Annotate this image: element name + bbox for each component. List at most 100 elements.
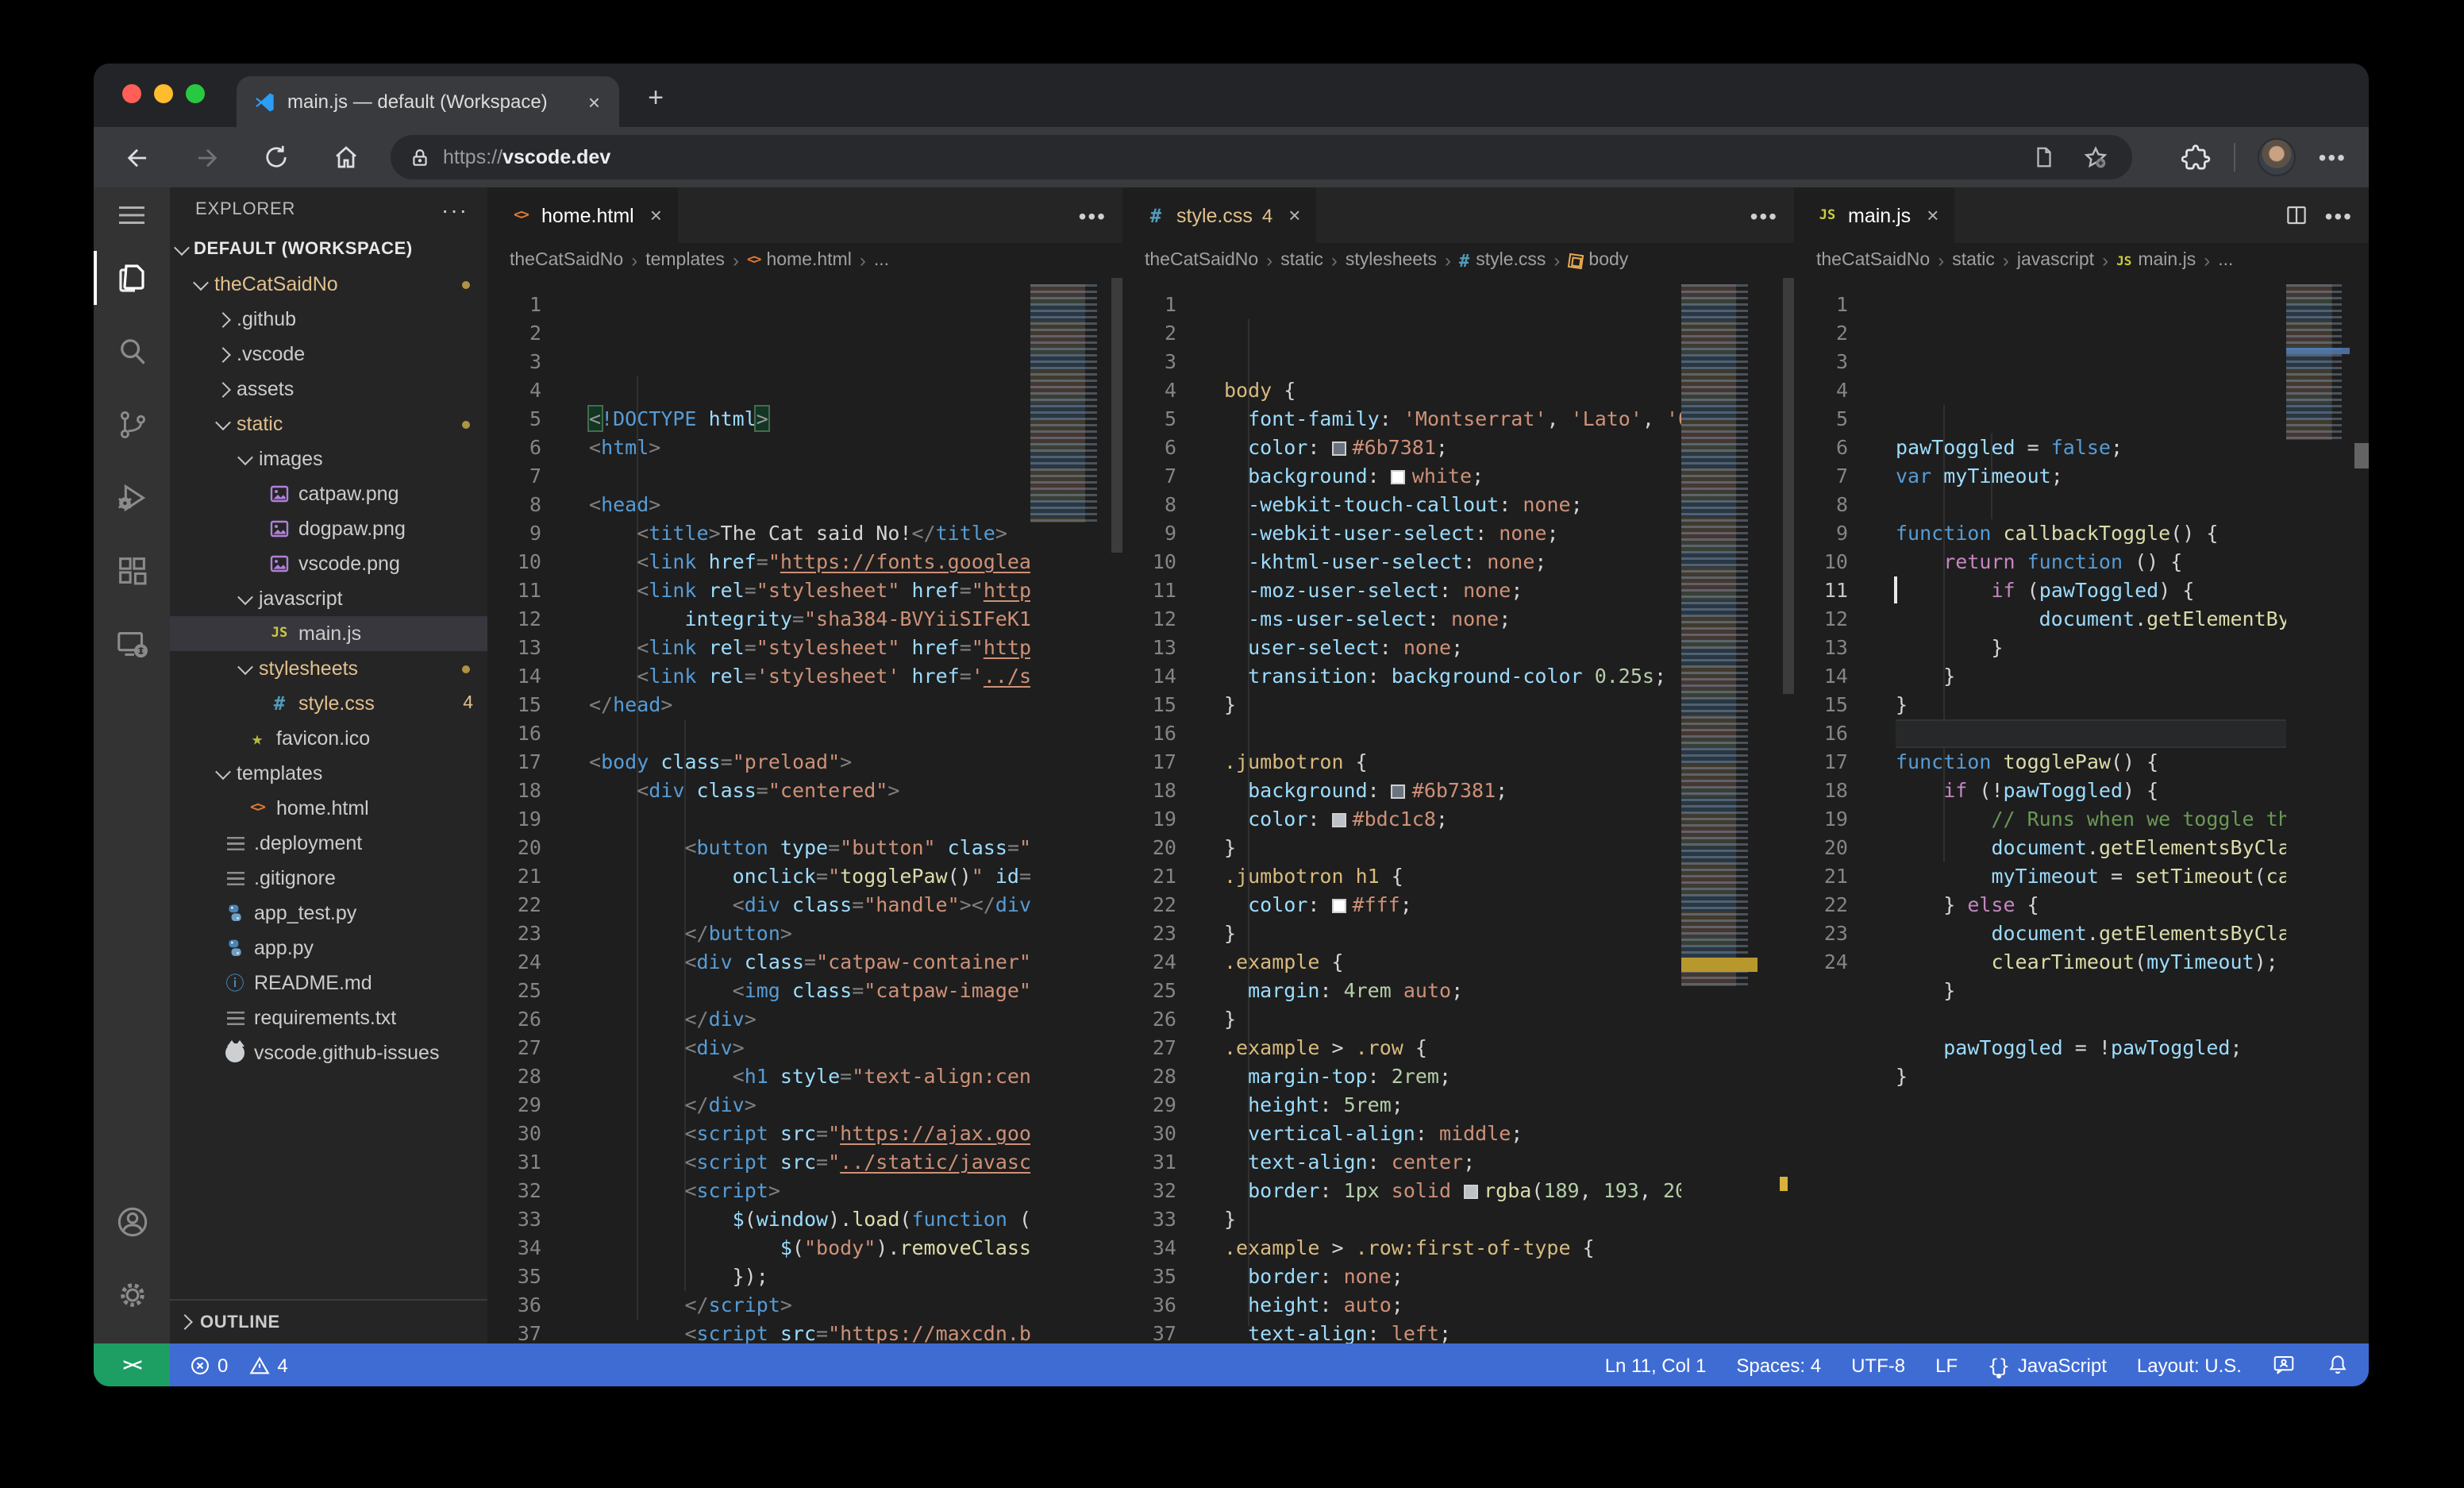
breadcrumb[interactable]: theCatSaidNo › templates › <> home.html ›... bbox=[487, 243, 1122, 278]
code-line[interactable]: pawToggled = false; bbox=[1896, 434, 2286, 462]
breadcrumb-item[interactable]: # style.css bbox=[1459, 250, 1546, 271]
feedback-icon[interactable] bbox=[2272, 1353, 2296, 1377]
breadcrumb-item[interactable]: javascript bbox=[2017, 251, 2094, 270]
code-content[interactable]: body { font-family: 'Montserrat', 'Lato'… bbox=[1199, 278, 1681, 1343]
code-line[interactable]: <!DOCTYPE html> bbox=[589, 405, 1030, 434]
code-line[interactable]: -webkit-user-select: none; bbox=[1224, 519, 1681, 548]
tree-item-theCatSaidNo[interactable]: theCatSaidNo bbox=[170, 267, 487, 302]
remote-explorer-activity-icon[interactable] bbox=[94, 607, 170, 680]
keyboard-layout-status[interactable]: Layout: U.S. bbox=[2137, 1354, 2242, 1376]
new-tab-button[interactable]: + bbox=[637, 83, 675, 114]
code-line[interactable]: myTimeout = setTimeout(callba bbox=[1896, 862, 2286, 891]
tree-item-home.html[interactable]: <> home.html bbox=[170, 791, 487, 826]
tree-item-README.md[interactable]: ⓘ README.md bbox=[170, 966, 487, 1000]
back-icon[interactable] bbox=[113, 133, 160, 181]
code-line[interactable]: document.getElementsByClassNa bbox=[1896, 919, 2286, 948]
code-line[interactable]: if (!pawToggled) { bbox=[1896, 777, 2286, 805]
code-line[interactable] bbox=[1896, 491, 2286, 519]
code-line[interactable]: <div class="handle"></div> bbox=[589, 891, 1030, 919]
source-control-activity-icon[interactable] bbox=[94, 387, 170, 461]
code-line[interactable]: .example { bbox=[1224, 948, 1681, 977]
code-content[interactable]: pawToggled = false; var myTimeout; functio… bbox=[1870, 278, 2286, 1343]
tree-item-images[interactable]: images bbox=[170, 441, 487, 476]
tree-item-requirements.txt[interactable]: requirements.txt bbox=[170, 1000, 487, 1035]
code-line[interactable]: <div class="centered"> bbox=[589, 777, 1030, 805]
code-line[interactable]: <title>The Cat said No!</title> bbox=[589, 519, 1030, 548]
minimap-zone[interactable] bbox=[2286, 278, 2369, 1343]
code-line[interactable]: color: #fff; bbox=[1224, 891, 1681, 919]
code-line[interactable]: <div> bbox=[589, 1034, 1030, 1062]
workspace-section-header[interactable]: DEFAULT (WORKSPACE) bbox=[170, 232, 487, 267]
code-line[interactable]: } bbox=[1224, 834, 1681, 862]
editor-actions-icon[interactable]: ••• bbox=[1079, 202, 1107, 228]
scrollbar-thumb[interactable] bbox=[1111, 278, 1122, 553]
code-line[interactable]: <html> bbox=[589, 434, 1030, 462]
breadcrumb-item[interactable]: static bbox=[1952, 251, 1995, 270]
minimap[interactable] bbox=[1030, 284, 1107, 522]
code-line[interactable]: $("body").removeClass( bbox=[589, 1234, 1030, 1262]
code-editor-main-js[interactable]: 1 2 3 4 5 6 7 8 9 10 11 12 13 14 15 16 17 18 19 20 21 22 23 24 … bbox=[1794, 278, 2369, 1343]
tab-close-icon[interactable]: × bbox=[585, 90, 603, 114]
explorer-actions-icon[interactable]: ··· bbox=[441, 197, 468, 222]
code-line[interactable]: color: #bdc1c8; bbox=[1224, 805, 1681, 834]
breadcrumb-item[interactable]: theCatSaidNo bbox=[1145, 251, 1258, 270]
code-line[interactable]: text-align: center; bbox=[1224, 1148, 1681, 1177]
code-line[interactable]: <script src="../static/javascr bbox=[589, 1148, 1030, 1177]
code-line[interactable]: user-select: none; bbox=[1224, 634, 1681, 662]
extensions-activity-icon[interactable] bbox=[94, 534, 170, 607]
code-line[interactable]: color: #6b7381; bbox=[1224, 434, 1681, 462]
tree-item-app_test.py[interactable]: app_test.py bbox=[170, 896, 487, 931]
outline-section-header[interactable]: OUTLINE bbox=[170, 1299, 487, 1343]
code-line[interactable]: <link rel="stylesheet" href="https bbox=[589, 634, 1030, 662]
tree-item-stylesheets[interactable]: stylesheets bbox=[170, 651, 487, 686]
code-line[interactable] bbox=[589, 719, 1030, 748]
code-line[interactable]: -moz-user-select: none; bbox=[1224, 576, 1681, 605]
breadcrumb-item[interactable]: ... bbox=[874, 251, 889, 270]
forward-icon[interactable] bbox=[183, 133, 230, 181]
editor-actions-icon[interactable]: ••• bbox=[2325, 202, 2353, 228]
tab-home-html[interactable]: <> home.html × bbox=[487, 187, 678, 243]
code-line[interactable]: </div> bbox=[589, 1091, 1030, 1120]
settings-gear-icon[interactable] bbox=[94, 1258, 170, 1331]
code-line[interactable] bbox=[1896, 1091, 2286, 1120]
code-line[interactable]: background: white; bbox=[1224, 462, 1681, 491]
code-line[interactable]: <h1 style="text-align:cent bbox=[589, 1062, 1030, 1091]
tab-main-js[interactable]: JS main.js × bbox=[1794, 187, 1955, 243]
tree-item-.deployment[interactable]: .deployment bbox=[170, 826, 487, 861]
code-line[interactable]: <button type="button" class="b bbox=[589, 834, 1030, 862]
reading-mode-icon[interactable] bbox=[2032, 145, 2056, 170]
code-line[interactable]: transition: background-color 0.25s; bbox=[1224, 662, 1681, 691]
tree-item-assets[interactable]: assets bbox=[170, 372, 487, 407]
code-line[interactable]: } bbox=[1224, 919, 1681, 948]
code-line[interactable]: <head> bbox=[589, 491, 1030, 519]
breadcrumb-item[interactable]: static bbox=[1280, 251, 1323, 270]
code-line[interactable]: .jumbotron h1 { bbox=[1224, 862, 1681, 891]
breadcrumb-item[interactable]: theCatSaidNo bbox=[1816, 251, 1930, 270]
code-line[interactable]: margin-top: 2rem; bbox=[1224, 1062, 1681, 1091]
run-debug-activity-icon[interactable] bbox=[94, 461, 170, 534]
code-line[interactable] bbox=[1224, 719, 1681, 748]
browser-tab[interactable]: main.js — default (Workspace) × bbox=[237, 76, 619, 127]
bookmark-star-icon[interactable] bbox=[2081, 144, 2110, 171]
breadcrumb-item[interactable]: JS main.js bbox=[2116, 251, 2196, 270]
code-line[interactable]: -khtml-user-select: none; bbox=[1224, 548, 1681, 576]
code-line[interactable]: } bbox=[1224, 1005, 1681, 1034]
code-line[interactable]: <link href="https://fonts.googleap bbox=[589, 548, 1030, 576]
code-editor-home-html[interactable]: 1 2 3 4 5 6 7 8 9 10 11 12 13 14 15 16 17 18 19 20 21 22 23 24 2… bbox=[487, 278, 1122, 1343]
split-editor-icon[interactable] bbox=[2285, 203, 2309, 227]
code-line[interactable]: document.getElementsByClassNa bbox=[1896, 834, 2286, 862]
remote-indicator[interactable]: >< bbox=[94, 1343, 170, 1386]
code-line[interactable]: } bbox=[1896, 1062, 2286, 1091]
browser-menu-icon[interactable]: ••• bbox=[2319, 145, 2347, 170]
code-line[interactable]: border: none; bbox=[1224, 1262, 1681, 1291]
code-line[interactable]: border: 1px solid rgba(189, 193, 20 bbox=[1224, 1177, 1681, 1205]
code-line[interactable]: } bbox=[1896, 977, 2286, 1005]
breadcrumb-item[interactable]: body bbox=[1567, 251, 1628, 270]
extensions-puzzle-icon[interactable] bbox=[2181, 142, 2212, 172]
tree-item-favicon.ico[interactable]: ★ favicon.ico bbox=[170, 721, 487, 756]
notifications-bell-icon[interactable] bbox=[2326, 1353, 2350, 1377]
tab-style-css[interactable]: # style.css 4 × bbox=[1122, 187, 1317, 243]
code-line[interactable]: integrity="sha384-BVYiiSIFeK1c bbox=[589, 605, 1030, 634]
code-line[interactable] bbox=[589, 462, 1030, 491]
code-line[interactable]: function togglePaw() { bbox=[1896, 748, 2286, 777]
